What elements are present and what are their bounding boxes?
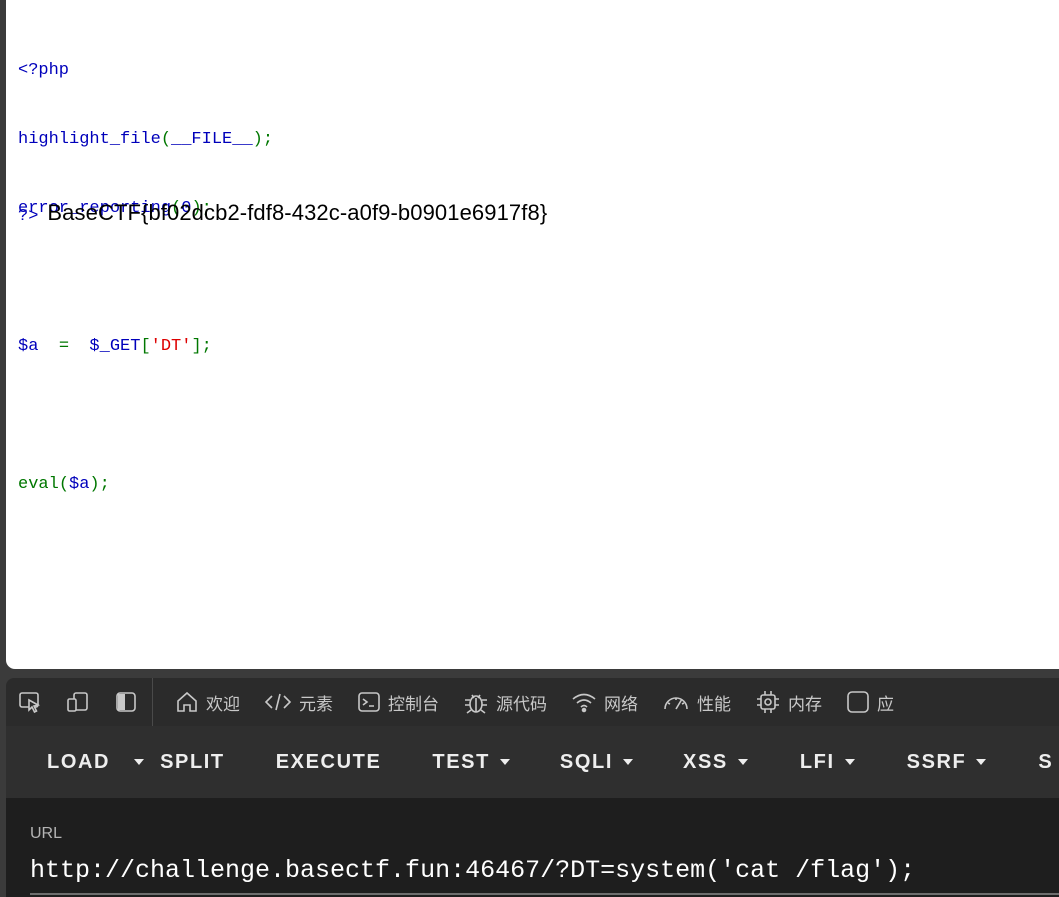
tab-label: 欢迎 [206,694,240,715]
url-label: URL [30,825,63,842]
bracket-open: [ [140,337,151,356]
php-open-tag: <?php [18,61,70,80]
func-eval: eval [18,475,59,494]
key-dt: 'DT' [150,337,192,356]
ssrf-menu-button[interactable]: SSRF [885,726,1017,798]
tab-memory[interactable]: 内存 [743,678,834,726]
wifi-icon [572,693,596,713]
device-emulation-icon[interactable] [54,678,102,726]
var-a: $a [18,337,39,356]
execute-label: EXECUTE [275,750,382,773]
tab-sources[interactable]: 源代码 [451,678,559,726]
more-label: S [1038,750,1054,773]
toolbar-divider [152,678,153,726]
code-line-2: highlight_file(__FILE__); [18,128,273,151]
url-panel: URL [6,798,1059,897]
lfi-menu-button[interactable]: LFI [778,726,885,798]
tab-performance[interactable]: 性能 [650,678,743,726]
code-line-1: <?php [18,59,273,82]
code-icon [264,693,292,711]
bracket-close: ]; [191,337,212,356]
chevron-down-icon [737,759,748,765]
assign-op: = [58,337,70,356]
const-file: __FILE__ [171,130,253,149]
load-dropdown-button[interactable] [132,726,145,798]
bug-icon [465,694,487,714]
ssrf-label: SSRF [906,750,967,773]
tab-label: 应 [877,694,894,715]
tab-label: 网络 [604,694,638,715]
chip-icon [757,691,779,713]
inspect-element-icon[interactable] [6,678,54,726]
xss-label: XSS [683,750,728,773]
code-line-7: eval($a); [18,473,273,496]
xss-menu-button[interactable]: XSS [663,726,778,798]
tab-welcome[interactable]: 欢迎 [163,678,252,726]
devtools-tab-bar: 欢迎 元素 控制台 源代码 网络 性能 内存 应 [6,678,1059,726]
tab-elements[interactable]: 元素 [252,678,345,726]
sqli-label: SQLI [559,750,613,773]
output-line: ?> BaseCTF{bf02dcb2-fdf8-432c-a0f9-b0901… [18,200,547,226]
tab-label: 元素 [299,694,333,715]
dock-side-icon[interactable] [102,678,150,726]
tab-label: 控制台 [388,694,439,715]
execute-button[interactable]: EXECUTE [251,726,408,798]
console-icon [358,692,380,712]
more-menu-button[interactable]: S [1016,726,1059,798]
chevron-down-icon [844,759,855,765]
tab-network[interactable]: 网络 [559,678,650,726]
test-label: TEST [432,750,490,773]
php-close-tag: ?> [18,207,39,226]
code-line-5: $a = $_GET['DT']; [18,335,273,358]
var-get: $_GET [89,337,141,356]
page-content: <?php highlight_file(__FILE__); error_re… [6,0,1059,669]
arg-var-a: $a [69,475,90,494]
hackbar-toolbar: LOAD SPLIT EXECUTE TEST SQLI XSS LFI SSR… [6,726,1059,798]
flag-output: BaseCTF{bf02dcb2-fdf8-432c-a0f9-b0901e69… [47,200,548,225]
paren-close: ); [89,475,110,494]
tab-label: 内存 [788,694,822,715]
split-button[interactable]: SPLIT [144,726,251,798]
tab-label: 源代码 [496,694,547,715]
tab-application[interactable]: 应 [834,678,906,726]
paren-close: ); [252,130,274,149]
load-label: LOAD [47,750,111,773]
chevron-down-icon [976,759,987,765]
test-menu-button[interactable]: TEST [407,726,540,798]
php-source: <?php highlight_file(__FILE__); error_re… [18,13,273,542]
chevron-down-icon [623,759,633,765]
lfi-label: LFI [799,750,835,773]
func-highlight-file: highlight_file [18,130,161,149]
home-icon [177,691,197,712]
url-underline [30,893,1059,895]
chevron-down-icon [499,759,510,765]
sqli-menu-button[interactable]: SQLI [540,726,663,798]
chevron-down-icon [134,759,145,765]
paren-open: ( [160,130,172,149]
gauge-icon [664,697,688,710]
url-input[interactable] [30,852,1059,888]
tab-console[interactable]: 控制台 [345,678,451,726]
tab-label: 性能 [697,694,731,715]
split-label: SPLIT [160,750,225,773]
load-button[interactable]: LOAD [6,726,132,798]
application-icon [847,691,869,713]
paren-open: ( [58,475,70,494]
